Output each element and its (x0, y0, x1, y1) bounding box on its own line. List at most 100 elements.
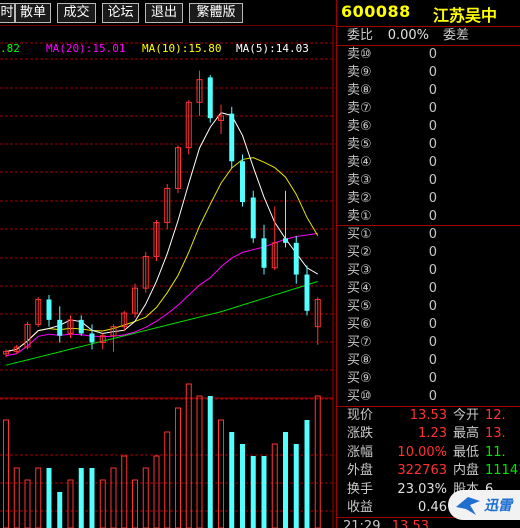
ma10-line (5, 157, 319, 353)
volume-bar-up (185, 383, 192, 528)
ask-row: 卖⑥ 0 (337, 118, 520, 136)
volume-bars (3, 383, 321, 528)
quote-value: 322763 (397, 463, 447, 479)
volume-bar-up (99, 479, 106, 528)
quote-row: 涨跌 1.23 最高 13. (337, 425, 520, 443)
bid-volume: 0 (428, 227, 437, 242)
diff-label: 委差 (443, 28, 470, 43)
bid-label: 买③ (347, 263, 372, 278)
bid-label: 买① (347, 227, 372, 242)
bid-volume: 0 (428, 389, 437, 404)
candle-body-down (207, 77, 213, 119)
ma-legend-item: MA(5):14.03 (236, 42, 309, 55)
quote-value: 11141 (485, 463, 520, 479)
candle-body-down (250, 197, 256, 239)
bid-row: 买④ 0 (337, 280, 520, 298)
quote-label: 外盘 (347, 463, 374, 479)
ask-row: 卖⑧ 0 (337, 82, 520, 100)
toolbar-button-traditional[interactable]: 繁體版 (189, 3, 243, 23)
ask-volume: 0 (428, 65, 437, 80)
ask-row: 卖⑩ 0 (337, 46, 520, 64)
ask-volume: 0 (428, 101, 437, 116)
candle-body-down (304, 274, 310, 311)
quote-label: 现价 (347, 408, 374, 423)
ask-label: 卖⑧ (347, 83, 372, 98)
bid-row: 买③ 0 (337, 262, 520, 280)
candle-body-down (46, 299, 52, 320)
ask-volume: 0 (428, 155, 437, 170)
bid-volume: 0 (428, 371, 437, 386)
bid-row: 买⑤ 0 (337, 298, 520, 316)
quote-value: 23.03% (397, 481, 447, 497)
stock-header: 600088 江苏吴中 (337, 0, 520, 26)
candle-body-down (293, 242, 299, 275)
bid-row: 买⑧ 0 (337, 352, 520, 370)
toolbar-button-exit[interactable]: 退出 (145, 3, 183, 23)
candle-body-down (57, 319, 63, 336)
toolbar-button-timeshare[interactable]: 分时 (0, 3, 15, 23)
quote-label: 涨跌 (347, 426, 374, 442)
bid-label: 买② (347, 245, 372, 260)
volume-bar-down (89, 468, 95, 528)
quote-value: 0.46 (418, 500, 447, 515)
toolbar-button-trades[interactable]: 成交 (57, 3, 96, 23)
bid-volume: 0 (428, 263, 437, 278)
quote-value: 12. (485, 408, 506, 423)
ma5-line (5, 112, 319, 353)
ask-row: 卖⑦ 0 (337, 100, 520, 118)
quote-label: 最低 (453, 444, 480, 460)
ask-label: 卖② (347, 191, 372, 206)
last-trade-time: 21:29 (343, 519, 381, 528)
volume-bar-down (250, 456, 256, 528)
bid-volume: 0 (428, 281, 437, 296)
quote-row: 涨幅 10.00% 最低 11. (337, 444, 520, 462)
bid-volume: 0 (428, 245, 437, 260)
volume-bar-up (271, 443, 278, 528)
volume-bar-down (46, 468, 52, 528)
volume-bar-up (13, 467, 20, 528)
ma-legend-item: MA(10):15.80 (142, 42, 221, 55)
volume-bar-up (121, 455, 128, 528)
bid-label: 买⑥ (347, 317, 372, 332)
bid-row: 买⑦ 0 (337, 334, 520, 352)
toolbar-button-odd-lot[interactable]: 散单 (15, 3, 51, 23)
volume-bar-up (142, 467, 149, 528)
volume-bar-down (78, 468, 84, 528)
xunlei-label: 迅雷 (484, 498, 512, 514)
ask-label: 卖⑩ (347, 47, 372, 62)
bid-label: 买⑨ (347, 371, 372, 386)
ask-label: 卖⑤ (347, 137, 372, 152)
volume-bar-down (240, 444, 245, 528)
quote-row: 外盘 322763 内盘 11141 (337, 462, 520, 480)
quote-label: 涨幅 (347, 444, 374, 460)
volume-bar-up (153, 455, 160, 528)
quote-row: 现价 13.53 今开 12. (337, 407, 520, 425)
ask-volume: 0 (428, 119, 437, 134)
volume-bar-up (24, 479, 31, 528)
volume-bar-down (229, 432, 235, 528)
bid-row: 买① 0 (337, 226, 520, 244)
candle-body-down (261, 238, 267, 268)
bid-volume: 0 (428, 317, 437, 332)
bid-label: 买⑩ (347, 389, 372, 404)
quote-value: 1.23 (418, 426, 447, 442)
quote-label: 最高 (453, 426, 480, 442)
ma-legend-item: MA(20):15.01 (46, 42, 125, 55)
bid-label: 买⑦ (347, 335, 372, 350)
ask-volume: 0 (428, 173, 437, 188)
xunlei-floating-badge[interactable]: 迅雷 (448, 490, 520, 520)
ask-row: 卖① 0 (337, 208, 520, 226)
quote-value: 13. (485, 426, 506, 442)
kline-chart[interactable]: .82 MA(20):15.01 MA(10):15.80 MA(5):14.03 (0, 27, 334, 528)
volume-bar-down (293, 444, 299, 528)
ma-legend-item: .82 (0, 42, 20, 55)
volume-bar-down (261, 456, 267, 528)
volume-bar-up (67, 479, 74, 528)
stock-name: 江苏吴中 (433, 6, 498, 25)
toolbar-button-forum[interactable]: 论坛 (102, 3, 139, 23)
toolbar: 分时 散单 成交 论坛 退出 繁體版 (0, 0, 336, 26)
quote-label: 内盘 (453, 463, 480, 479)
volume-bar-down (304, 420, 310, 528)
moving-average-lines (5, 112, 319, 366)
ask-label: 卖⑨ (347, 65, 372, 80)
